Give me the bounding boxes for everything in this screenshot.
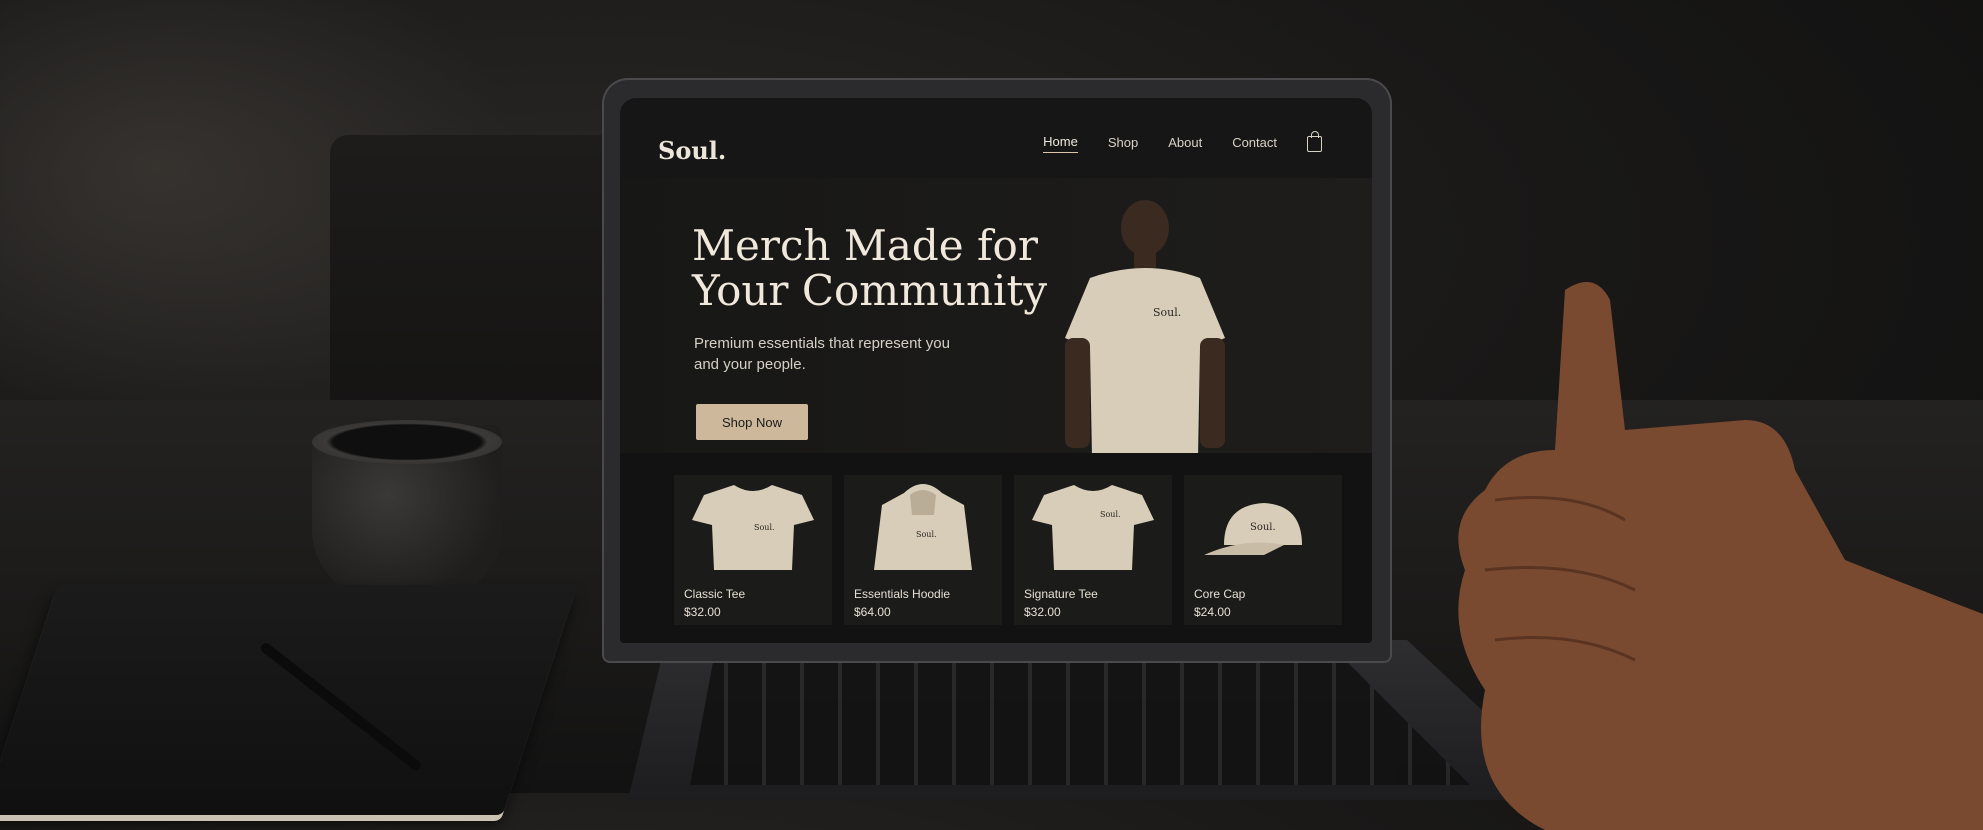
laptop-screen: Soul. Home Shop About Contact Merch Made… bbox=[620, 98, 1372, 643]
product-price: $24.00 bbox=[1194, 605, 1231, 619]
chair-back bbox=[330, 135, 630, 415]
hero-section: Merch Made for Your Community Premium es… bbox=[620, 178, 1372, 458]
site-header: Soul. Home Shop About Contact bbox=[620, 98, 1372, 178]
site-logo[interactable]: Soul. bbox=[658, 136, 726, 165]
hero-subtitle: Premium essentials that represent you an… bbox=[694, 335, 950, 373]
product-price: $64.00 bbox=[854, 605, 891, 619]
thumbs-up-hand bbox=[1458, 282, 1983, 830]
coffee-cup-rim bbox=[312, 420, 502, 464]
nav-item-shop[interactable]: Shop bbox=[1108, 135, 1138, 153]
product-name: Classic Tee bbox=[684, 587, 746, 601]
product-name: Signature Tee bbox=[1024, 587, 1098, 601]
product-print-text: Soul. bbox=[1100, 510, 1121, 519]
product-card-core-cap[interactable]: Soul. Core Cap $24.00 bbox=[1184, 475, 1342, 625]
main-nav: Home Shop About Contact bbox=[1043, 130, 1322, 153]
shopping-bag-icon[interactable] bbox=[1307, 130, 1322, 152]
tshirt-icon: Soul. bbox=[1032, 485, 1154, 570]
product-price: $32.00 bbox=[1024, 605, 1061, 619]
shop-now-button[interactable]: Shop Now bbox=[696, 404, 808, 440]
product-grid: Soul. Classic Tee $32.00 Soul. Essential… bbox=[620, 453, 1372, 643]
product-card-classic-tee[interactable]: Soul. Classic Tee $32.00 bbox=[674, 475, 832, 625]
hoodie-icon: Soul. bbox=[874, 484, 972, 570]
product-name: Essentials Hoodie bbox=[854, 587, 951, 601]
nav-item-home[interactable]: Home bbox=[1043, 134, 1078, 153]
product-name: Core Cap bbox=[1194, 587, 1246, 601]
notebook bbox=[0, 585, 578, 815]
tee-logo-text: Soul. bbox=[1153, 306, 1181, 319]
nav-item-about[interactable]: About bbox=[1168, 135, 1202, 153]
product-card-essentials-hoodie[interactable]: Soul. Essentials Hoodie $64.00 bbox=[844, 475, 1002, 625]
hero-title: Merch Made for Your Community bbox=[692, 221, 1048, 315]
model-photo: Soul. bbox=[1065, 200, 1225, 458]
product-card-signature-tee[interactable]: Soul. Signature Tee $32.00 bbox=[1014, 475, 1172, 625]
product-print-text: Soul. bbox=[754, 523, 775, 532]
cap-icon: Soul. bbox=[1204, 503, 1302, 555]
product-print-text: Soul. bbox=[1250, 522, 1276, 533]
product-price: $32.00 bbox=[684, 605, 721, 619]
tshirt-icon: Soul. bbox=[692, 485, 814, 570]
nav-item-contact[interactable]: Contact bbox=[1232, 135, 1277, 153]
product-print-text: Soul. bbox=[916, 530, 937, 539]
laptop-keyboard-keys bbox=[690, 660, 1470, 785]
